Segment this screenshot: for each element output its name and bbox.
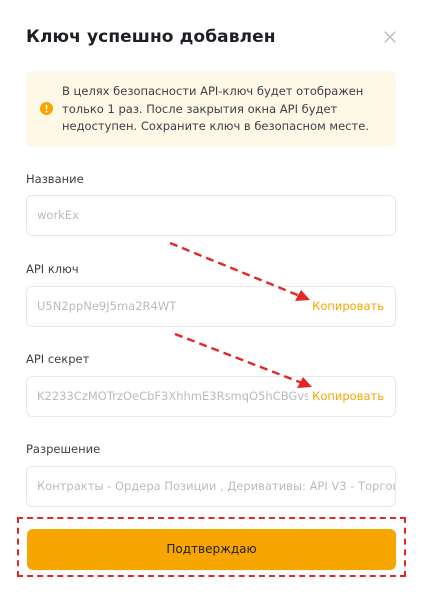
confirm-button[interactable]: Подтверждаю <box>27 529 396 570</box>
name-value: workEx <box>37 208 79 222</box>
copy-api-secret-button[interactable]: Копировать <box>308 389 384 403</box>
warning-icon <box>40 102 53 115</box>
name-field[interactable]: workEx <box>26 195 396 236</box>
api-key-field[interactable]: U5N2ppNe9J5ma2R4WT Копировать <box>26 286 396 327</box>
api-secret-label: API секрет <box>26 352 90 366</box>
permission-value: Контракты - Ордера Позиции , Деривативы:… <box>37 479 396 493</box>
api-key-label: API ключ <box>26 262 79 276</box>
name-label: Название <box>26 172 84 186</box>
dialog-title: Ключ успешно добавлен <box>26 27 276 47</box>
permission-field[interactable]: Контракты - Ордера Позиции , Деривативы:… <box>26 466 396 507</box>
copy-api-key-button[interactable]: Копировать <box>308 299 384 313</box>
api-key-added-dialog: Ключ успешно добавлен В целях безопаснос… <box>0 0 422 600</box>
permission-label: Разрешение <box>26 442 101 456</box>
api-secret-value: K2233CzMOTrzOeCbF3XhhmE3RsmqO5hCBGvs <box>37 389 309 403</box>
api-secret-field[interactable]: K2233CzMOTrzOeCbF3XhhmE3RsmqO5hCBGvs Коп… <box>26 376 396 417</box>
close-icon[interactable] <box>384 31 396 43</box>
api-key-value: U5N2ppNe9J5ma2R4WT <box>37 299 177 313</box>
notice-text: В целях безопасности API-ключ будет отоб… <box>62 84 369 133</box>
security-notice: В целях безопасности API-ключ будет отоб… <box>26 71 396 147</box>
